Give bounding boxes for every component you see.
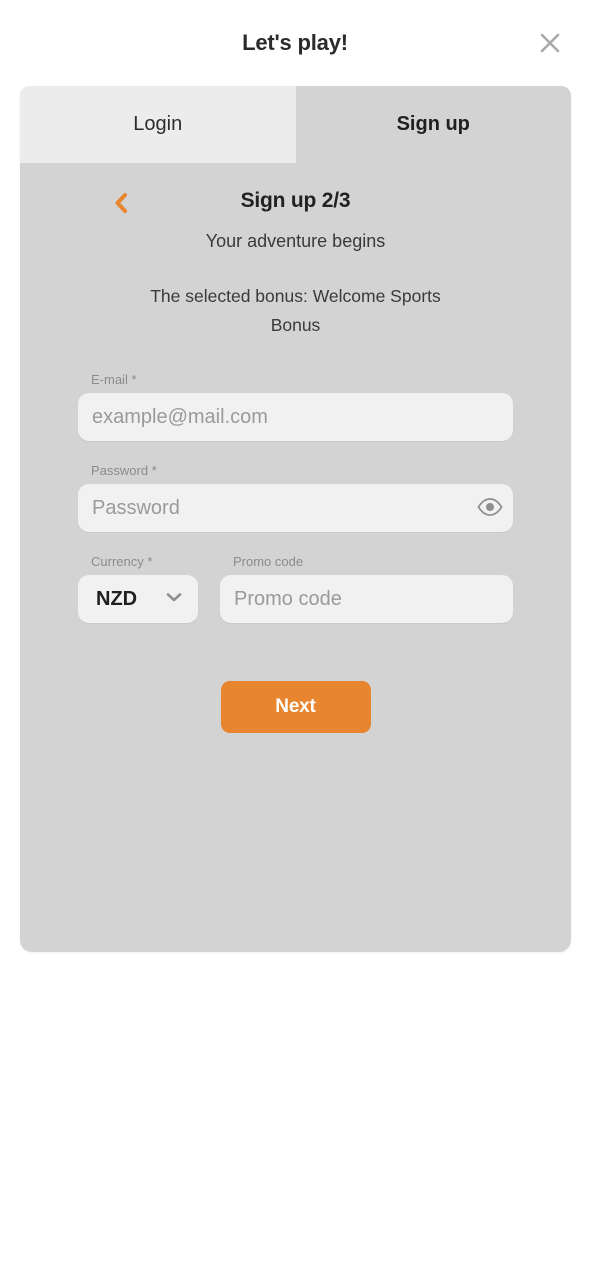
signup-form: E-mail * Password * [20,372,571,733]
email-input[interactable] [78,393,513,441]
signup-modal-screen: Let's play! Login Sign up Sign up 2/3 Yo… [0,0,590,1280]
password-input-wrap[interactable] [78,484,513,532]
close-icon [537,30,563,56]
password-visibility-toggle[interactable] [467,484,513,532]
currency-label: Currency * [91,554,153,569]
password-input[interactable] [78,484,467,532]
selected-bonus-note: The selected bonus: Welcome Sports Bonus [150,286,441,335]
tab-login-label: Login [133,113,183,135]
next-button[interactable]: Next [220,681,371,733]
step-title: Sign up 2/3 [240,189,351,212]
auth-tabs: Login Sign up [20,86,571,163]
tab-signup-label: Sign up [396,113,470,135]
submit-row: Next [78,681,513,733]
password-label: Password * [91,463,157,478]
promo-input[interactable] [220,575,513,623]
promo-label: Promo code [233,554,304,569]
page-title: Let's play! [242,29,348,55]
email-input-wrap[interactable] [78,393,513,441]
currency-value: NZD [96,587,138,610]
email-label: E-mail * [91,372,137,387]
password-field-group: Password * [78,463,513,532]
modal-header: Let's play! [0,0,590,85]
promo-field-group: Promo code [220,554,513,623]
currency-select[interactable]: NZD [78,575,198,623]
back-button[interactable] [104,187,138,221]
step-subtitle: Your adventure begins [205,231,386,251]
signup-panel: Login Sign up Sign up 2/3 Your adventure… [20,86,571,952]
currency-field-group: Currency * NZD [78,554,198,623]
chevron-down-icon [164,590,184,609]
promo-input-wrap[interactable] [220,575,513,623]
close-button[interactable] [530,23,570,63]
tab-signup[interactable]: Sign up [295,86,571,163]
currency-promo-row: Currency * NZD Promo code [78,554,513,623]
eye-icon [477,497,503,519]
tab-login[interactable]: Login [20,86,296,163]
step-header: Sign up 2/3 Your adventure begins The se… [20,163,571,340]
chevron-left-icon [111,192,131,217]
email-field-group: E-mail * [78,372,513,441]
